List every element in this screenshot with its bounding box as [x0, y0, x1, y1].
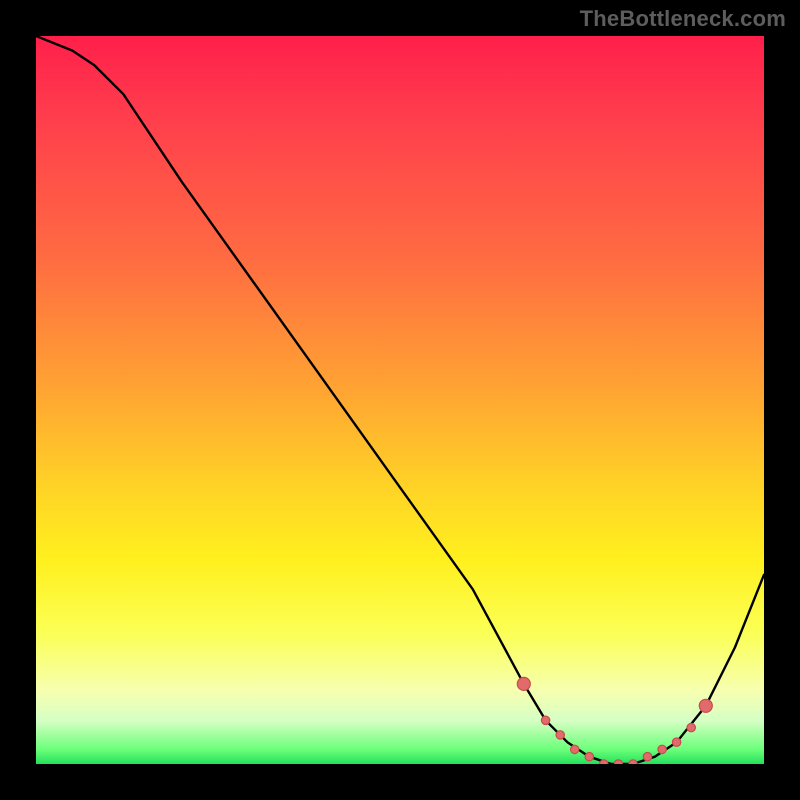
- marker-dot: [614, 760, 622, 764]
- highlighted-points-group: [517, 677, 712, 764]
- marker-dot: [672, 738, 680, 746]
- plot-area: [36, 36, 764, 764]
- marker-dot: [517, 677, 530, 690]
- marker-dot: [571, 745, 579, 753]
- marker-dot: [541, 716, 549, 724]
- marker-dot: [658, 745, 666, 753]
- chart-frame: TheBottleneck.com: [0, 0, 800, 800]
- marker-dot: [699, 699, 712, 712]
- marker-dot: [643, 753, 651, 761]
- marker-dot: [600, 760, 608, 764]
- marker-dot: [585, 753, 593, 761]
- marker-dot: [687, 723, 695, 731]
- marker-dot: [556, 731, 564, 739]
- chart-svg: [36, 36, 764, 764]
- watermark-label: TheBottleneck.com: [580, 6, 786, 32]
- marker-dot: [629, 760, 637, 764]
- bottleneck-curve-line: [36, 36, 764, 764]
